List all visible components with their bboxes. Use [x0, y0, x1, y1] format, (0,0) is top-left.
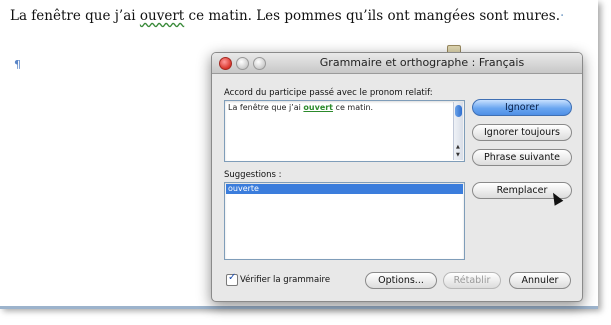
options-button[interactable]: Options... — [365, 272, 437, 289]
next-sentence-button[interactable]: Phrase suivante — [472, 149, 572, 166]
document-text-line[interactable]: La fenêtre que j’ai ouvert ce matin. Les… — [10, 8, 564, 24]
cancel-button[interactable]: Annuler — [509, 272, 571, 289]
grammar-dialog: Grammaire et orthographe : Français Acco… — [211, 52, 583, 302]
doc-text-before: La fenêtre que j’ai — [10, 8, 140, 24]
suggestions-label: Suggestions : — [224, 170, 282, 180]
context-error-word[interactable]: ouvert — [303, 103, 333, 112]
ignore-button[interactable]: Ignorer — [472, 99, 572, 116]
ignore-all-button[interactable]: Ignorer toujours — [472, 124, 572, 141]
doc-text-after: ce matin. Les pommes qu’ils ont mangées … — [184, 8, 561, 24]
scroll-down-arrow-icon[interactable]: ▼ — [456, 152, 460, 158]
pilcrow-icon: ¶ — [14, 58, 21, 71]
context-text: La fenêtre que j’ai ouvert ce matin. — [228, 103, 373, 112]
check-grammar-checkbox[interactable] — [226, 272, 238, 286]
context-before: La fenêtre que j’ai — [228, 103, 304, 112]
suggestions-list[interactable]: ouverte — [224, 182, 465, 260]
scroll-up-arrow-icon[interactable]: ▲ — [456, 144, 460, 150]
restore-button[interactable]: Rétablir — [443, 272, 501, 289]
context-scrollbar[interactable]: ▲ ▼ — [453, 102, 463, 160]
page-shadow-edge — [0, 306, 598, 309]
context-after: ce matin. — [333, 103, 374, 112]
context-text-box[interactable]: La fenêtre que j’ai ouvert ce matin. ▲ ▼ — [224, 100, 465, 162]
dialog-titlebar[interactable]: Grammaire et orthographe : Français — [212, 53, 582, 74]
suggestion-item[interactable]: ouverte — [226, 184, 463, 194]
scroll-thumb[interactable] — [455, 105, 462, 117]
doc-error-word[interactable]: ouvert — [140, 8, 184, 24]
check-grammar-label: Vérifier la grammaire — [240, 275, 331, 285]
dialog-title: Grammaire et orthographe : Français — [319, 56, 525, 69]
doc-end-mark: · — [560, 8, 565, 24]
issue-label: Accord du participe passé avec le pronom… — [224, 88, 433, 98]
